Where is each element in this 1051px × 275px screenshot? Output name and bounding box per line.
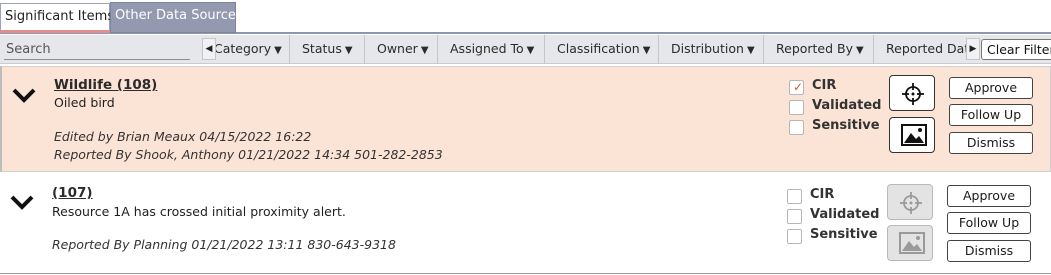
filter-reported-by[interactable]: Reported By ▼ [764,35,874,64]
filter-distribution[interactable]: Distribution ▼ [659,35,764,64]
locate-button[interactable] [887,184,933,220]
filter-owner[interactable]: Owner ▼ [365,35,438,64]
filter-status[interactable]: Status ▼ [290,35,365,64]
filter-assigned-to[interactable]: Assigned To ▼ [438,35,545,64]
tab-other-data-sources[interactable]: Other Data Sources [110,2,243,33]
filter-label: Assigned To [450,41,524,56]
sensitive-checkbox[interactable] [787,229,802,244]
chevron-down-icon[interactable] [10,194,34,212]
sensitive-checkbox[interactable] [789,120,804,135]
cir-checkbox[interactable] [787,189,802,204]
locate-button[interactable] [889,75,935,111]
cir-checkbox[interactable]: ✓ [789,80,804,95]
arrow-left-icon[interactable]: ◀ [202,38,216,60]
chevron-down-icon: ▼ [420,45,429,56]
crosshair-icon [900,192,922,214]
filter-classification[interactable]: Classification ▼ [545,35,659,64]
filter-label: Owner [377,41,418,56]
filter-list: Category ▼ Status ▼ Owner ▼ Assigned To ▼ Cl… [216,35,966,64]
image-icon [901,124,927,146]
chevron-down-icon: ▼ [344,45,353,56]
filter-category[interactable]: Category ▼ [216,35,290,64]
clear-filters-button[interactable]: Clear Filters [981,39,1051,60]
chevron-down-icon: ▼ [274,45,282,56]
item-reported-by: Reported By Planning 01/21/2022 13:11 83… [52,237,396,252]
dismiss-button[interactable]: Dismiss [947,240,1031,262]
approve-button[interactable]: Approve [949,77,1033,99]
filter-reported-date[interactable]: Reported Date [874,35,966,64]
checkbox-label: Sensitive [810,227,878,242]
item-description: Oiled bird [54,95,115,110]
search-input[interactable] [4,40,190,60]
chevron-down-icon: ▼ [526,45,535,56]
follow-up-button[interactable]: Follow Up [947,212,1031,234]
image-icon [899,232,925,254]
filter-label: Reported By [776,41,854,56]
crosshair-icon [902,83,924,105]
chevron-down-icon: ▼ [856,45,864,56]
validated-checkbox[interactable] [789,100,804,115]
item-edited-by: Edited by Brian Meaux 04/15/2022 16:22 [54,129,312,144]
chevron-down-icon: ▼ [746,45,755,56]
filter-label: Reported Date [886,41,966,56]
item-title[interactable]: (107) [52,185,93,201]
dismiss-button[interactable]: Dismiss [949,132,1033,154]
chevron-down-icon[interactable] [12,87,36,105]
checkmark-icon: ✓ [793,80,804,94]
list-item: (107) Resource 1A has crossed initial pr… [0,174,1051,274]
chevron-down-icon: ▼ [642,45,651,56]
arrow-right-icon[interactable]: ▶ [966,38,980,60]
filter-bar: ◀ Category▼ Status▼ Owner▼ Assigned To▼ … [0,35,1051,64]
list-item: Wildlife (108) Oiled bird Edited by Bria… [0,66,1051,172]
item-description: Resource 1A has crossed initial proximit… [52,204,346,219]
checkbox-label: Validated [810,207,880,222]
tab-significant-items[interactable]: Significant Items [0,3,114,33]
filter-label: Classification [557,41,640,56]
follow-up-button[interactable]: Follow Up [949,104,1033,126]
approve-button[interactable]: Approve [947,185,1031,207]
item-reported-by: Reported By Shook, Anthony 01/21/2022 14… [54,147,443,162]
validated-checkbox[interactable] [787,209,802,224]
image-button[interactable] [889,117,935,153]
filter-label: Distribution [671,41,744,56]
checkbox-label: Validated [812,98,882,113]
checkbox-label: CIR [810,187,835,202]
image-button[interactable] [887,225,933,261]
filter-label: Status [302,41,342,56]
checkbox-label: Sensitive [812,118,880,133]
filter-label: Category [216,41,272,56]
item-title[interactable]: Wildlife (108) [54,77,157,93]
tab-bar: Significant Items Other Data Sources [0,0,1051,34]
checkbox-label: CIR [812,78,837,93]
